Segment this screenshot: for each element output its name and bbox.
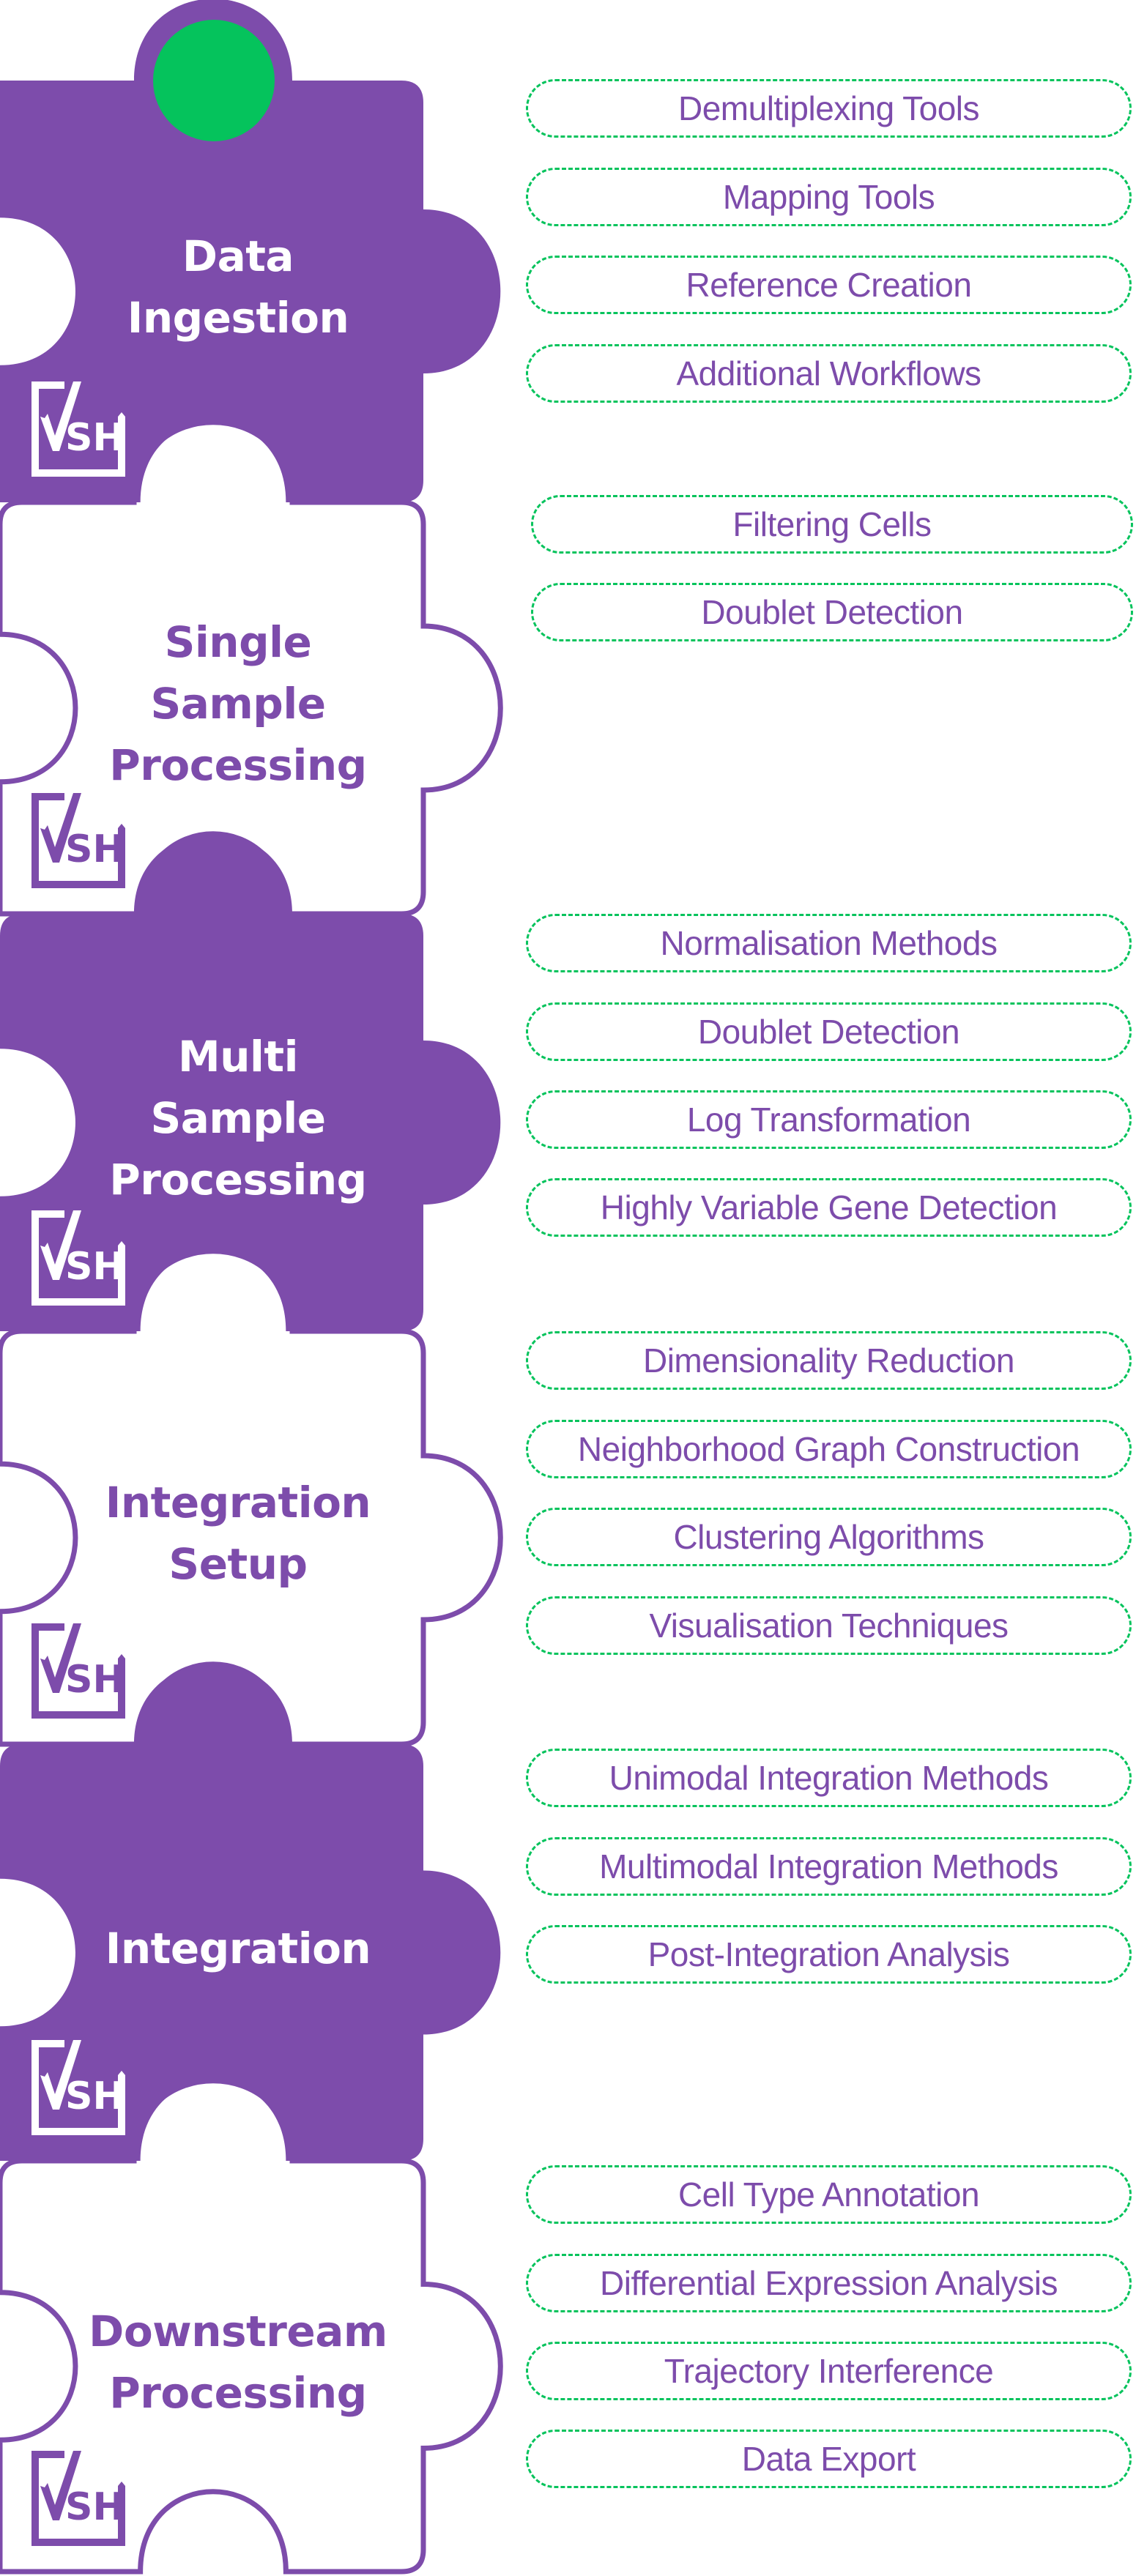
stage-item-pill[interactable]: Clustering Algorithms [526,1508,1132,1566]
stage-title: Integration [0,1918,476,1979]
stage-title-line: Ingestion [127,293,349,343]
stage-item-pill[interactable]: Mapping Tools [526,168,1132,226]
stage-title-line: Integration [105,1478,371,1527]
stage-item-pill[interactable]: Neighborhood Graph Construction [526,1420,1132,1478]
stage-item-pill[interactable]: Post-Integration Analysis [526,1925,1132,1984]
stage-item-pill[interactable]: Filtering Cells [531,495,1133,554]
stage-title: Data Ingestion [0,226,476,349]
vsh-logo-text: SH [65,827,125,871]
stage-title: Single Sample Processing [0,611,476,796]
stage-item-pill[interactable]: Highly Variable Gene Detection [526,1178,1132,1237]
stage-item-pill[interactable]: Demultiplexing Tools [526,79,1132,138]
stage-item-pill[interactable]: Normalisation Methods [526,914,1132,972]
vsh-logo-text: SH [65,1658,125,1702]
stage-title: Downstream Processing [0,2301,476,2424]
stage-item-pill[interactable]: Doublet Detection [526,1002,1132,1061]
stage-title-line: Setup [168,1539,308,1589]
vsh-logo-text: SH [65,2074,125,2118]
vsh-logo-text: SH [65,1245,125,1289]
stage-item-pill[interactable]: Log Transformation [526,1090,1132,1149]
stage-item-pill[interactable]: Data Export [526,2430,1132,2488]
stage-title-line: Downstream [89,2306,387,2356]
stage-item-pill[interactable]: Unimodal Integration Methods [526,1749,1132,1807]
stage-title-line: Multi [178,1032,299,1082]
stage-title-line: Data [182,231,294,281]
vsh-logo-text: SH [65,416,125,460]
stage-title-line: Processing [109,740,367,790]
stage-title: Multi Sample Processing [0,1026,476,1210]
stage-title-line: Sample [150,1093,326,1143]
stage-title-line: Integration [105,1923,371,1973]
stage-title: Integration Setup [0,1472,476,1595]
vsh-logo-text: SH [65,2485,125,2529]
status-dot-icon [153,20,275,141]
stage-item-pill[interactable]: Doublet Detection [531,583,1133,641]
stage-item-pill[interactable]: Trajectory Interference [526,2342,1132,2400]
stage-item-pill[interactable]: Additional Workflows [526,344,1132,403]
stage-item-pill[interactable]: Dimensionality Reduction [526,1331,1132,1390]
stage-item-pill[interactable]: Cell Type Annotation [526,2165,1132,2224]
stage-title-line: Processing [109,1155,367,1205]
stage-item-pill[interactable]: Differential Expression Analysis [526,2254,1132,2312]
stage-title-line: Single [164,617,312,667]
stage-title-line: Sample [150,679,326,729]
stage-item-pill[interactable]: Multimodal Integration Methods [526,1837,1132,1896]
stage-item-pill[interactable]: Visualisation Techniques [526,1596,1132,1655]
stage-title-line: Processing [109,2367,367,2418]
stage-item-pill[interactable]: Reference Creation [526,256,1132,314]
